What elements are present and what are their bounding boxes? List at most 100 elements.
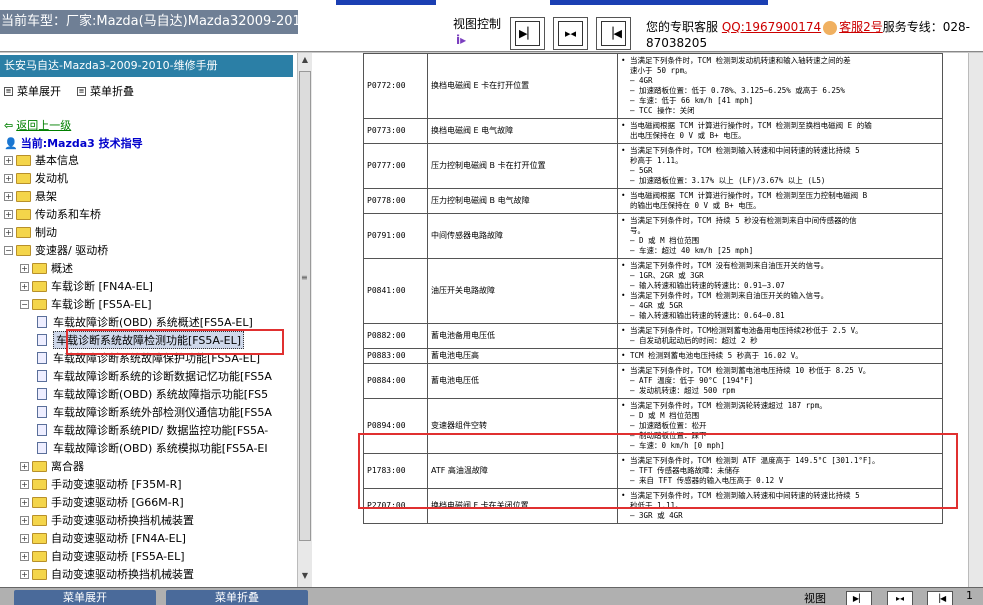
- tree-folder[interactable]: + 手动变速驱动桥 [G66M-R]: [20, 493, 184, 511]
- scroll-up-icon[interactable]: ▲: [299, 55, 311, 69]
- expand-plus-icon[interactable]: +: [20, 515, 29, 525]
- tree-document[interactable]: 车载故障诊断系统的诊断数据记忆功能[FS5A: [37, 367, 272, 385]
- expand-plus-icon[interactable]: +: [20, 461, 29, 471]
- condition-line: • 当电磁阀根据 TCM 计算进行操作时，TCM 检测到至换档电磁阀 E 的输: [621, 121, 872, 130]
- expand-plus-icon[interactable]: +: [4, 209, 13, 219]
- folder-icon: [32, 280, 47, 292]
- folder-icon: [16, 172, 31, 184]
- tree-folder[interactable]: + 基本信息: [4, 151, 79, 169]
- back-link-label: 返回上一级: [16, 119, 72, 132]
- qq-link[interactable]: QQ:1967900174: [722, 20, 821, 34]
- tree-document[interactable]: 车载故障诊断(OBD) 系统故障指示功能[FS5: [37, 385, 268, 403]
- tree-folder[interactable]: − 车载诊断 [FS5A-EL]: [20, 295, 152, 313]
- expand-plus-icon[interactable]: +: [20, 479, 29, 489]
- tree-item-label: 车载故障诊断(OBD) 系统模拟功能[FS5A-EI: [53, 442, 268, 455]
- tree-folder[interactable]: + 制动: [4, 223, 57, 241]
- folder-icon: [16, 154, 31, 166]
- tree-folder[interactable]: + 悬架: [4, 187, 57, 205]
- document-icon: [37, 334, 47, 346]
- tree-item-label: 车载诊断 [FN4A-EL]: [51, 280, 153, 293]
- condition-line: — 4GR 或 5GR: [630, 301, 683, 310]
- dtc-code: P0778:00: [363, 188, 428, 214]
- dtc-name: 蓄电池电压低: [427, 363, 618, 399]
- top-tab-strip: [550, 0, 768, 5]
- document-icon: [37, 424, 47, 436]
- tree-item-label: 基本信息: [35, 154, 79, 167]
- next-page-button[interactable]: ▶▏: [510, 17, 545, 50]
- folder-icon: [32, 532, 47, 544]
- tree-item-label: 自动变速驱动桥 [FN4A-EL]: [51, 532, 186, 545]
- tree-folder[interactable]: + 自动变速驱动桥 [FN4A-EL]: [20, 529, 186, 547]
- highlight-box: [358, 433, 958, 509]
- tree-item-label: 发动机: [35, 172, 68, 185]
- expand-plus-icon[interactable]: +: [4, 173, 13, 183]
- dtc-conditions: • TCM 检测到蓄电池电压持续 5 秒高于 16.02 V。: [617, 348, 943, 364]
- bottom-menu-collapse-button[interactable]: 菜单折叠: [166, 590, 308, 605]
- collapse-minus-icon[interactable]: −: [20, 299, 29, 309]
- hotline-label: 服务专线：028-: [882, 20, 971, 34]
- expand-plus-icon[interactable]: +: [20, 533, 29, 543]
- tree-document[interactable]: 车载故障诊断(OBD) 系统模拟功能[FS5A-EI: [37, 439, 268, 457]
- folder-icon: [32, 478, 47, 490]
- expand-plus-icon[interactable]: +: [20, 569, 29, 579]
- sidebar-highlight-box: [66, 329, 284, 355]
- tree-folder[interactable]: + 手动变速驱动桥 [F35M-R]: [20, 475, 182, 493]
- menu-expand-button[interactable]: ≡ 菜单展开: [4, 83, 61, 99]
- expand-plus-icon[interactable]: +: [4, 191, 13, 201]
- current-location-label: 当前:Mazda3 技术指导: [20, 137, 143, 150]
- expand-plus-icon[interactable]: +: [20, 551, 29, 561]
- condition-line: 号。: [630, 226, 645, 235]
- tree-folder[interactable]: − 变速器/ 驱动桥: [4, 241, 108, 259]
- tree-folder[interactable]: + 离合器: [20, 457, 84, 475]
- table-row: P0883:00 蓄电池电压高 • TCM 检测到蓄电池电压持续 5 秒高于 16.…: [363, 348, 943, 364]
- tree-folder[interactable]: + 手动变速驱动桥换挡机械装置: [20, 511, 194, 529]
- tree-folder[interactable]: + 传动系和车桥: [4, 205, 101, 223]
- menu-collapse-button[interactable]: ≡ 菜单折叠: [77, 83, 134, 99]
- dtc-conditions: • 当满足下列条件时，TCM 检测到蓄电池电压持续 10 秒低于 8.25 V。…: [617, 363, 943, 399]
- condition-line: — 加速踏板位置：松开: [630, 421, 707, 430]
- dtc-conditions: • 当电磁阀根据 TCM 计算进行操作时，TCM 检测到至压力控制电磁阀 B 的输…: [617, 188, 943, 214]
- tree-document[interactable]: 车载故障诊断系统外部检测仪通信功能[FS5A: [37, 403, 272, 421]
- bottom-fit-page-icon[interactable]: ▸◂: [887, 591, 913, 605]
- scroll-thumb[interactable]: [299, 71, 311, 541]
- tree-item-label: 变速器/ 驱动桥: [35, 244, 109, 257]
- document-scrollbar[interactable]: [968, 53, 983, 587]
- expand-plus-icon[interactable]: +: [20, 497, 29, 507]
- tree-document[interactable]: 车载故障诊断系统PID/ 数据监控功能[FS5A-: [37, 421, 268, 439]
- condition-line: — 车速：超过 40 km/h [25 mph]: [630, 246, 754, 255]
- tree-folder[interactable]: + 自动变速驱动桥换挡机械装置: [20, 565, 194, 583]
- condition-line: — D 或 M 档位范围: [630, 411, 700, 420]
- document-icon: [37, 316, 47, 328]
- expand-plus-icon[interactable]: +: [4, 227, 13, 237]
- condition-line: — 加速踏板位置：低于 0.78%、3.125—6.25% 或高于 6.25%: [630, 86, 845, 95]
- condition-line: • 当满足下列条件时，TCM 检测到蓄电池电压持续 10 秒低于 8.25 V。: [621, 366, 871, 375]
- expand-plus-icon[interactable]: +: [20, 281, 29, 291]
- prev-page-button[interactable]: ▕◀: [596, 17, 631, 50]
- fit-page-button[interactable]: ▸◂: [553, 17, 588, 50]
- back-link[interactable]: ⇦ 返回上一级: [4, 117, 71, 133]
- folder-icon: [32, 460, 47, 472]
- dtc-name: 压力控制电磁阀 B 卡在打开位置: [427, 143, 618, 189]
- collapse-minus-icon[interactable]: −: [4, 245, 13, 255]
- tree-folder[interactable]: + 概述: [20, 259, 73, 277]
- bottom-prev-page-icon[interactable]: ▕◀: [927, 591, 953, 605]
- tree-folder[interactable]: + 自动变速驱动桥 [FS5A-EL]: [20, 547, 185, 565]
- expand-plus-icon[interactable]: +: [20, 263, 29, 273]
- scroll-down-icon[interactable]: ▼: [299, 571, 311, 585]
- bottom-menu-expand-button[interactable]: 菜单展开: [14, 590, 156, 605]
- tree-folder[interactable]: + 车载诊断 [FN4A-EL]: [20, 277, 153, 295]
- table-row: P0841:00 油压开关电路故障 • 当满足下列条件时，TCM 没有检测到来自油压…: [363, 258, 943, 324]
- dtc-name: 蓄电池电压高: [427, 348, 618, 364]
- service-info: 您的专职客服 QQ:1967900174 客服2号服务专线：028- 870382…: [646, 19, 983, 51]
- kf-link[interactable]: 客服2号: [839, 20, 883, 34]
- condition-line: — 1GR、2GR 或 3GR: [630, 271, 704, 280]
- tree-item-label: 车载故障诊断系统的诊断数据记忆功能[FS5A: [53, 370, 272, 383]
- folder-icon: [16, 190, 31, 202]
- sidebar-scrollbar[interactable]: ▲ ≡ ▼: [297, 53, 312, 587]
- bottom-next-page-icon[interactable]: ▶▏: [846, 591, 872, 605]
- condition-line: • 当满足下列条件时，TCM 检测到发动机转速和输入轴转速之间的差: [621, 56, 851, 65]
- dtc-code: P0882:00: [363, 323, 428, 349]
- folder-icon: [32, 550, 47, 562]
- tree-folder[interactable]: + 发动机: [4, 169, 68, 187]
- expand-plus-icon[interactable]: +: [4, 155, 13, 165]
